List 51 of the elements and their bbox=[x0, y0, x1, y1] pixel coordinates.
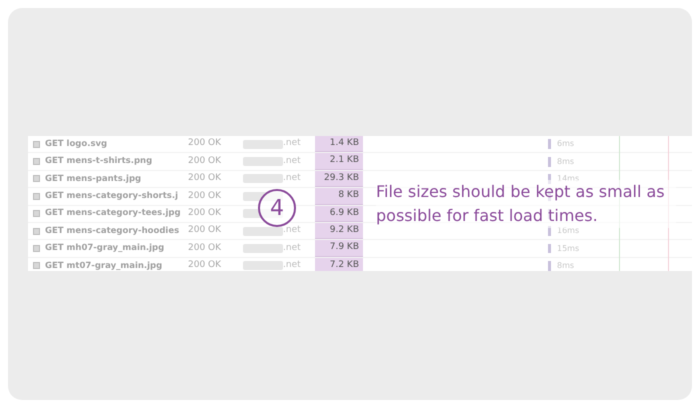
status-text: 200 OK bbox=[188, 190, 222, 203]
domain-text: .net bbox=[283, 154, 301, 168]
domain-text: .net bbox=[283, 224, 301, 238]
redacted-host bbox=[243, 244, 283, 254]
request-name: GET mens-category-tees.jpg bbox=[45, 207, 182, 220]
size-cell: 6.9 KB bbox=[315, 206, 363, 222]
size-cell: 2.1 KB bbox=[315, 153, 363, 170]
redacted-host bbox=[243, 261, 283, 270]
timing-bar bbox=[548, 261, 551, 271]
timing-bar bbox=[548, 156, 551, 166]
size-cell: 29.3 KB bbox=[315, 170, 363, 188]
expand-icon[interactable] bbox=[33, 228, 40, 235]
status-text: 200 OK bbox=[188, 224, 222, 238]
status-text: 200 OK bbox=[188, 137, 222, 150]
request-name: GET mens-category-hoodies bbox=[45, 224, 180, 238]
size-cell: 8 KB bbox=[315, 188, 363, 205]
redacted-host bbox=[243, 140, 283, 149]
status-text: 200 OK bbox=[188, 242, 222, 255]
request-name: GET mt07-gray_main.jpg bbox=[45, 260, 164, 271]
expand-icon[interactable] bbox=[33, 210, 40, 218]
size-cell: 7.9 KB bbox=[315, 240, 363, 257]
timing-bar bbox=[548, 174, 551, 184]
timing-bar bbox=[548, 139, 551, 150]
timing-bar bbox=[548, 244, 551, 254]
domain-text: .net bbox=[283, 172, 301, 186]
redacted-host bbox=[243, 226, 283, 236]
size-cell: 7.2 KB bbox=[315, 258, 363, 271]
size-cell: 9.2 KB bbox=[315, 222, 363, 240]
status-text: 200 OK bbox=[188, 172, 222, 186]
status-text: 200 OK bbox=[188, 259, 222, 271]
request-name: GET logo.svg bbox=[45, 138, 108, 151]
size-cell: 1.4 KB bbox=[315, 136, 363, 152]
expand-icon[interactable] bbox=[33, 245, 40, 252]
status-text: 200 OK bbox=[188, 154, 222, 168]
callout-text: File sizes should be kept as small as possible for fast load times. bbox=[376, 180, 676, 228]
redacted-host bbox=[243, 174, 283, 184]
expand-icon[interactable] bbox=[33, 140, 40, 148]
timing-bar bbox=[548, 226, 551, 236]
expand-icon[interactable] bbox=[33, 175, 40, 182]
domain-text: .net bbox=[283, 137, 301, 150]
domain-text: .net bbox=[283, 242, 301, 255]
request-name: GET mens-category-shorts.j bbox=[45, 190, 179, 203]
redacted-host bbox=[243, 157, 283, 166]
status-text: 200 OK bbox=[188, 207, 222, 220]
expand-icon[interactable] bbox=[33, 158, 40, 166]
request-name: GET mens-pants.jpg bbox=[45, 172, 142, 186]
request-name: GET mens-t-shirts.png bbox=[45, 155, 154, 168]
request-name: GET mh07-gray_main.jpg bbox=[45, 242, 166, 255]
domain-text: .net bbox=[283, 259, 301, 271]
expand-icon[interactable] bbox=[33, 262, 40, 270]
expand-icon[interactable] bbox=[33, 192, 40, 200]
